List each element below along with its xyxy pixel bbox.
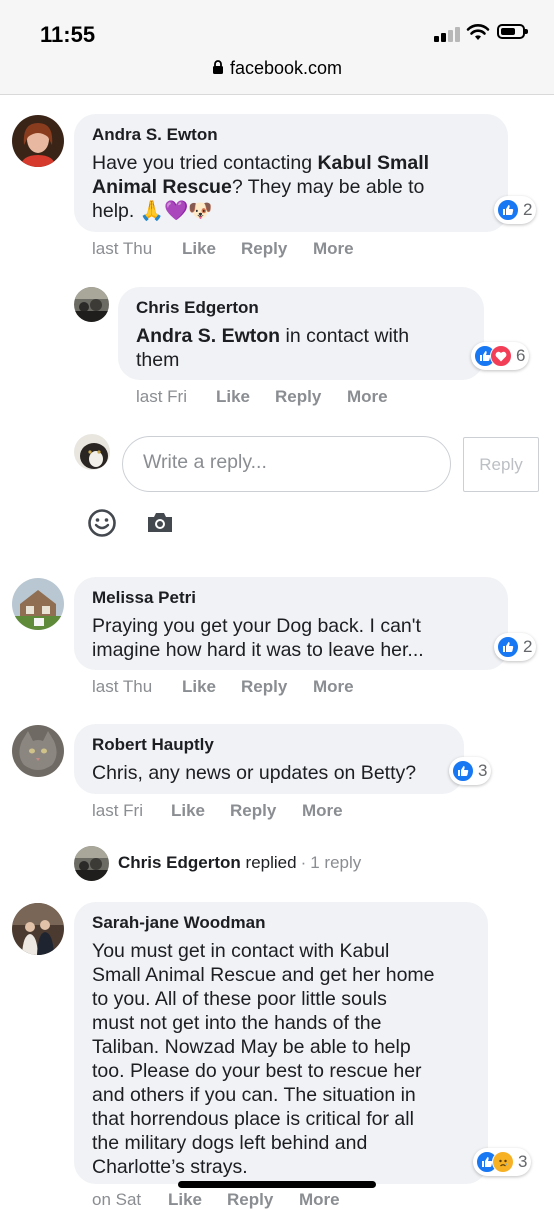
reply-button[interactable]: Reply xyxy=(241,677,287,697)
reply-button[interactable]: Reply xyxy=(241,239,287,259)
reaction-count: 3 xyxy=(518,1152,528,1171)
reply-count: 1 reply xyxy=(310,853,362,872)
comment-bubble: Robert Hauptly Chris, any news or update… xyxy=(74,724,464,794)
like-button[interactable]: Like xyxy=(182,677,216,697)
comment-bubble: Melissa Petri Praying you get your Dog b… xyxy=(74,577,508,670)
wifi-icon xyxy=(466,24,490,40)
like-button[interactable]: Like xyxy=(182,239,216,259)
home-indicator[interactable] xyxy=(178,1181,376,1188)
more-button[interactable]: More xyxy=(313,239,354,259)
comment-author[interactable]: Sarah-jane Woodman xyxy=(92,912,470,934)
reaction-count: 2 xyxy=(523,200,533,219)
lock-icon xyxy=(212,60,223,74)
comment-author[interactable]: Chris Edgerton xyxy=(136,297,466,319)
comment-text: You must get in contact with Kabul Small… xyxy=(92,940,435,1178)
emoji-icon[interactable] xyxy=(87,508,117,538)
sad-reaction-icon xyxy=(492,1151,514,1173)
comment-text: Andra S. Ewton in contact with them xyxy=(136,325,410,371)
more-button[interactable]: More xyxy=(347,387,388,407)
address-bar[interactable]: facebook.com xyxy=(0,58,554,79)
reaction-summary[interactable]: 2 xyxy=(494,196,537,224)
reaction-count: 3 xyxy=(478,761,488,780)
reaction-summary[interactable]: 3 xyxy=(449,757,492,785)
avatar[interactable] xyxy=(74,846,109,881)
comment-bubble: Chris Edgerton Andra S. Ewton in contact… xyxy=(118,287,484,380)
comment-author[interactable]: Andra S. Ewton xyxy=(92,124,490,146)
reply-input-container[interactable] xyxy=(122,436,451,492)
reaction-count: 2 xyxy=(523,637,533,656)
comment-bubble: Andra S. Ewton Have you tried contacting… xyxy=(74,114,508,232)
like-button[interactable]: Like xyxy=(168,1190,202,1210)
love-reaction-icon xyxy=(490,345,512,367)
comment-text: Have you tried contacting Kabul Small An… xyxy=(92,152,430,222)
more-button[interactable]: More xyxy=(299,1190,340,1210)
reply-button[interactable]: Reply xyxy=(230,801,276,821)
avatar[interactable] xyxy=(12,115,64,167)
avatar[interactable] xyxy=(12,725,64,777)
like-reaction-icon xyxy=(497,199,519,221)
reply-button[interactable]: Reply xyxy=(227,1190,273,1210)
view-replies-link[interactable]: Chris Edgerton replied · 1 reply xyxy=(118,852,361,874)
comment-text: Chris, any news or updates on Betty? xyxy=(92,762,417,784)
url-text: facebook.com xyxy=(229,58,343,78)
comment-time[interactable]: last Fri xyxy=(92,801,143,821)
more-button[interactable]: More xyxy=(302,801,343,821)
like-reaction-icon xyxy=(452,760,474,782)
like-button[interactable]: Like xyxy=(216,387,250,407)
comment-author[interactable]: Melissa Petri xyxy=(92,587,490,609)
comment-time[interactable]: on Sat xyxy=(92,1190,141,1210)
comment-author[interactable]: Robert Hauptly xyxy=(92,734,446,756)
reaction-summary[interactable]: 6 xyxy=(471,342,530,370)
reaction-summary[interactable]: 3 xyxy=(473,1148,532,1176)
avatar[interactable] xyxy=(74,287,109,322)
browser-top-bar: 11:55 facebook.com xyxy=(0,0,554,95)
avatar xyxy=(74,434,110,470)
comment-time[interactable]: last Fri xyxy=(136,387,187,407)
replied-author: Chris Edgerton xyxy=(118,853,241,872)
reply-button[interactable]: Reply xyxy=(275,387,321,407)
separator-dot: · xyxy=(300,853,307,872)
like-reaction-icon xyxy=(497,636,519,658)
reaction-summary[interactable]: 2 xyxy=(494,633,537,661)
comment-text: Praying you get your Dog back. I can't i… xyxy=(92,615,424,661)
comment-time[interactable]: last Thu xyxy=(92,239,152,259)
camera-icon[interactable] xyxy=(146,511,174,535)
reaction-count: 6 xyxy=(516,346,526,365)
more-button[interactable]: More xyxy=(313,677,354,697)
comment-time[interactable]: last Thu xyxy=(92,677,152,697)
battery-icon xyxy=(497,24,528,39)
replied-label: replied xyxy=(245,853,297,872)
avatar[interactable] xyxy=(12,903,64,955)
signal-icon xyxy=(434,26,460,42)
avatar[interactable] xyxy=(12,578,64,630)
comment-bubble: Sarah-jane Woodman You must get in conta… xyxy=(74,902,488,1184)
like-button[interactable]: Like xyxy=(171,801,205,821)
status-time: 11:55 xyxy=(40,22,96,47)
reply-input[interactable] xyxy=(143,451,433,474)
reply-submit-button[interactable]: Reply xyxy=(463,437,539,492)
